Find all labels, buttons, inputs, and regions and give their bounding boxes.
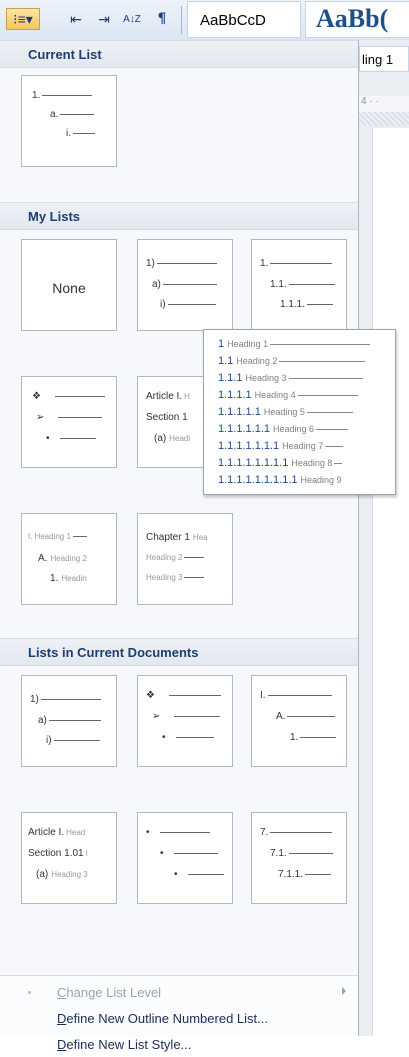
bullet-icon [28, 991, 31, 994]
document-page [372, 128, 409, 1036]
list-tile-doc-dots[interactable]: • • • [137, 812, 233, 904]
menu-divider [0, 975, 358, 976]
list-tile-none[interactable]: None [21, 239, 117, 331]
list-tile-doc-article[interactable]: Article I. Head Section 1.01 I (a) Heading … [21, 812, 117, 904]
multilevel-list-icon: ⁝≡▾ [13, 10, 33, 27]
list-preview-tooltip: 1 Heading 1 1.1 Heading 2 1.1.1 Heading 3 1… [203, 329, 396, 495]
tooltip-row: 1.1.1.1.1.1.1 Heading 7 [218, 440, 344, 452]
ruler-margin [359, 112, 409, 126]
list-tile-current[interactable]: 1. a. i. [21, 75, 117, 167]
style-heading-preview[interactable]: AaBb( [305, 1, 409, 38]
tooltip-row: 1.1.1 Heading 3 [218, 372, 363, 384]
list-tile-legal[interactable]: 1. 1.1. 1.1.1. [251, 239, 347, 331]
tooltip-row: 1.1.1.1.1.1.1.1.1 Heading 9 [218, 474, 342, 486]
list-tile-doc-roman[interactable]: I. A. 1. [251, 675, 347, 767]
ruler: 4 · · [359, 96, 409, 112]
style-normal-preview[interactable]: AaBbCcD [187, 1, 301, 38]
multilevel-list-button[interactable]: ⁝≡▾ [6, 8, 40, 30]
increase-indent-icon: ⇥ [98, 10, 110, 27]
submenu-arrow-icon [342, 987, 346, 995]
tooltip-row: 1.1.1.1.1.1 Heading 6 [218, 423, 349, 435]
list-tile-doc-paren[interactable]: 1) a) i) [21, 675, 117, 767]
decrease-indent-button[interactable]: ⇤ [64, 8, 88, 30]
section-current-list: Current List [0, 40, 358, 68]
increase-indent-button[interactable]: ⇥ [92, 8, 116, 30]
show-formatting-marks-button[interactable]: ¶ [150, 8, 174, 30]
define-new-list-style-item[interactable]: Define New List Style... [0, 1031, 358, 1057]
sort-icon: A↓Z [123, 13, 141, 25]
tooltip-row: 1 Heading 1 [218, 338, 371, 350]
section-my-lists: My Lists [0, 202, 358, 230]
list-tile-doc-bullets[interactable]: ❖ ➢ • [137, 675, 233, 767]
ribbon-toolbar: ⁝≡▾ ⇤ ⇥ A↓Z ¶ AaBbCcD AaBb( [0, 0, 409, 41]
pilcrow-icon: ¶ [157, 11, 167, 27]
list-tile-doc-seven[interactable]: 7. 7.1. 7.1.1. [251, 812, 347, 904]
section-lists-in-current-documents: Lists in Current Documents [0, 638, 358, 666]
tooltip-row: 1.1.1.1.1 Heading 5 [218, 406, 353, 418]
list-tile-roman-heading[interactable]: I. Heading 1 A. Heading 2 1. Headin [21, 513, 117, 605]
sort-button[interactable]: A↓Z [120, 8, 144, 30]
tooltip-row: 1.1.1.1.1.1.1.1 Heading 8 [218, 457, 343, 469]
toolbar-divider [181, 6, 182, 34]
tooltip-row: 1.1 Heading 2 [218, 355, 366, 367]
tooltip-row: 1.1.1.1 Heading 4 [218, 389, 358, 401]
multilevel-list-gallery: Current List 1. a. i. My Lists None 1) a… [0, 40, 359, 1052]
list-tile-chapter[interactable]: Chapter 1 Hea Heading 2 Heading 3 [137, 513, 233, 605]
change-list-level-item[interactable]: Change List Level [0, 979, 358, 1005]
decrease-indent-icon: ⇤ [70, 10, 82, 27]
list-tile-bullets[interactable]: ❖ ➢ • [21, 376, 117, 468]
style-heading1-partial[interactable]: ling 1 [359, 46, 409, 72]
define-new-outline-numbered-list-item[interactable]: Define New Outline Numbered List... [0, 1005, 358, 1031]
list-tile-paren[interactable]: 1) a) i) [137, 239, 233, 331]
